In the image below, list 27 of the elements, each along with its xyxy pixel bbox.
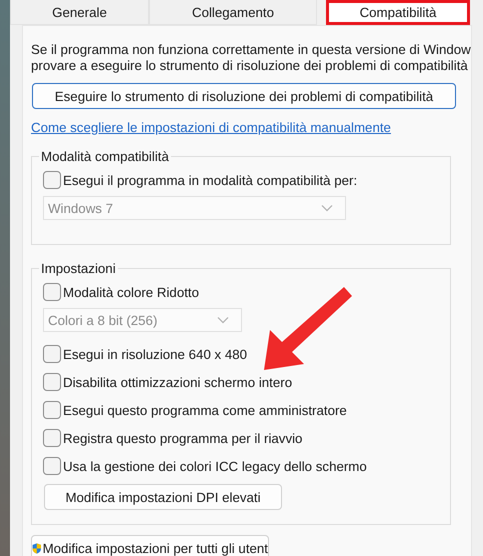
group-title: Modalità compatibilità (40, 149, 170, 164)
tab[interactable]: Collegamento (149, 0, 317, 25)
group-title: Impostazioni (40, 261, 117, 276)
checkbox-label: Disabilita ottimizzazioni schermo intero (63, 374, 292, 390)
checkbox-label: Registra questo programma per il riavvio (63, 430, 302, 446)
checkbox[interactable] (43, 345, 61, 363)
dpi-settings-button[interactable]: Modifica impostazioni DPI elevati (44, 484, 282, 510)
checkbox[interactable] (43, 373, 61, 391)
checkbox-label: Usa la gestione dei colori ICC legacy dello schermo (63, 458, 367, 474)
description-text: Se il programma non funziona correttamente in questa versione di Window (31, 42, 471, 58)
checkbox-label: Esegui in risoluzione 640 x 480 (63, 346, 248, 362)
checkbox-label: Esegui il programma in modalità compatibilità per: (63, 172, 358, 188)
tab[interactable]: Compatibilità (326, 0, 470, 25)
troubleshooter-button[interactable]: Eseguire lo strumento di risoluzione dei problemi di compatibilità (32, 83, 456, 109)
description-text: provare a eseguire lo strumento di risoluzione dei problemi di compatibilità (31, 58, 469, 74)
checkbox[interactable] (43, 283, 61, 301)
checkbox-label: Esegui questo programma come amministratore (63, 402, 347, 418)
tab[interactable]: Generale (10, 0, 149, 25)
all-users-button[interactable]: Modifica impostazioni per tutti gli utent (31, 535, 269, 556)
checkbox[interactable] (43, 457, 61, 475)
checkbox[interactable] (43, 401, 61, 419)
checkbox-label: Modalità colore Ridotto (63, 284, 199, 300)
chevron-icon (217, 316, 229, 324)
checkbox[interactable] (43, 171, 61, 189)
help-link[interactable]: Come scegliere le impostazioni di compatibilità manualmente (31, 120, 391, 135)
checkbox[interactable] (43, 429, 61, 447)
chevron-icon (321, 204, 333, 212)
